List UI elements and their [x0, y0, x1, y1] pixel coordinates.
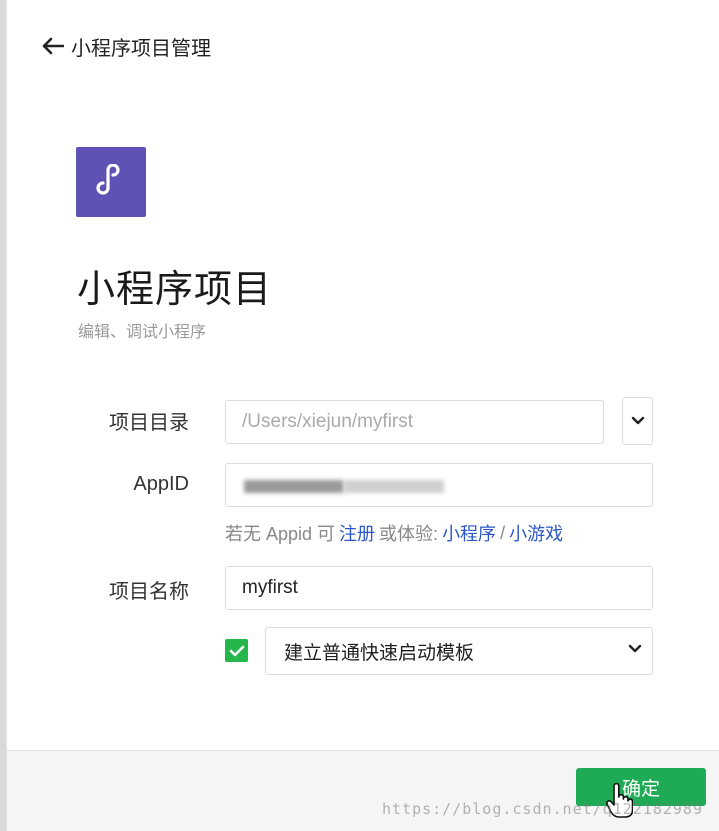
template-select-value: 建立普通快速启动模板	[284, 642, 475, 664]
appid-redacted	[244, 480, 344, 493]
watermark: https://blog.csdn.net/q122182989	[382, 800, 703, 818]
dir-input[interactable]	[242, 411, 603, 433]
appid-field[interactable]	[225, 463, 653, 507]
project-window: 小程序项目管理 小程序项目 编辑、调试小程序 项目目录 AppID 若无 App…	[6, 0, 719, 831]
appid-label: AppID	[133, 473, 189, 495]
dir-dropdown-button[interactable]	[622, 397, 653, 445]
hint-prefix: 若无 Appid 可	[225, 524, 336, 544]
back-arrow-icon[interactable]	[41, 34, 65, 58]
chevron-down-icon	[631, 416, 644, 425]
hint-middle: 或体验:	[379, 524, 439, 544]
appid-hint: 若无 Appid 可 注册 或体验: 小程序 / 小游戏	[225, 520, 567, 546]
back-navigation[interactable]: 小程序项目管理	[41, 30, 211, 62]
register-link[interactable]: 注册	[339, 520, 375, 546]
name-input[interactable]	[242, 577, 652, 599]
miniprogram-link[interactable]: 小程序	[442, 520, 496, 546]
name-field[interactable]	[225, 566, 653, 610]
template-checkbox[interactable]	[225, 639, 248, 662]
dir-label: 项目目录	[109, 412, 189, 434]
page-title: 小程序项目	[77, 269, 273, 311]
back-title: 小程序项目管理	[71, 37, 211, 60]
name-label: 项目名称	[109, 581, 189, 603]
checkmark-icon	[229, 645, 244, 656]
miniprogram-logo-icon	[76, 147, 146, 217]
chevron-down-icon	[628, 644, 642, 653]
dir-field[interactable]	[225, 400, 604, 444]
hint-separator: /	[500, 522, 506, 543]
appid-redacted-tail	[344, 480, 444, 493]
template-select[interactable]: 建立普通快速启动模板	[265, 627, 653, 675]
page-subtitle: 编辑、调试小程序	[78, 324, 207, 341]
minigame-link[interactable]: 小游戏	[509, 520, 563, 546]
